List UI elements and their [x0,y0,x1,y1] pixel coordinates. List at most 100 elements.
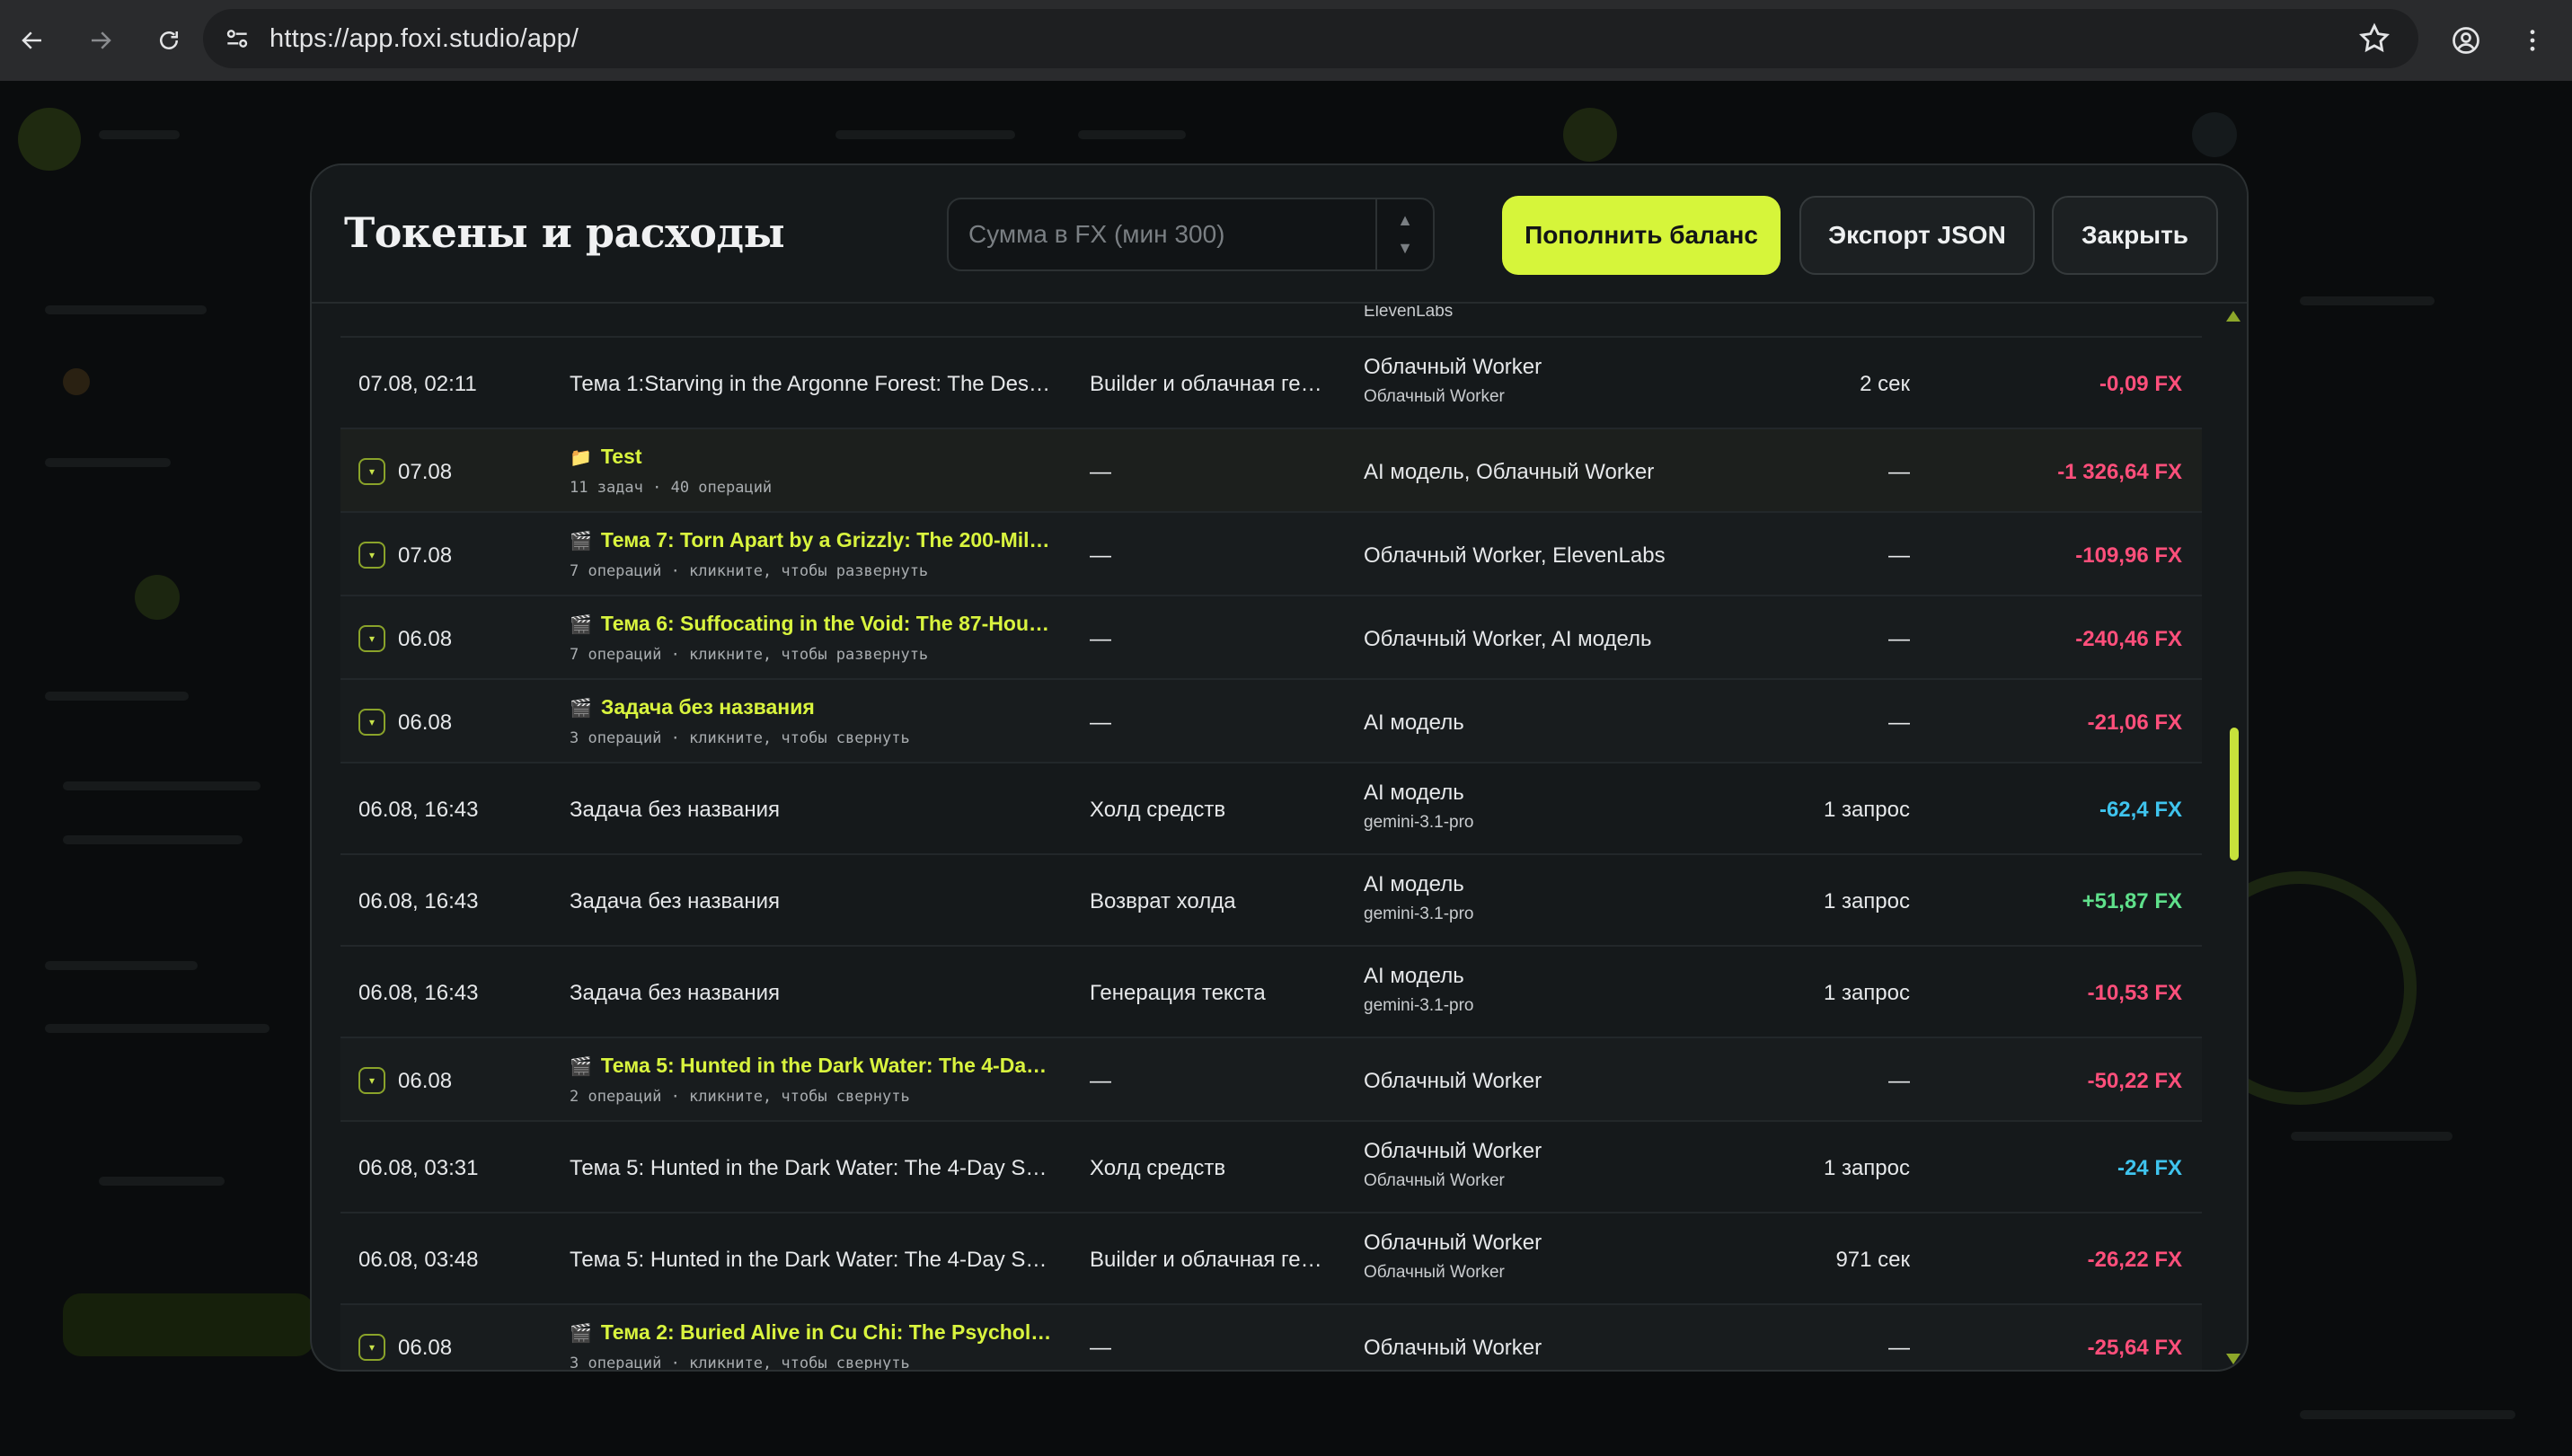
tokens-expenses-modal: Токены и расходы ▲ ▼ Пополнить баланс Эк… [310,163,2249,1372]
row-date: 07.08, 02:11 [358,372,477,396]
row-amount: -0,09 FX [2099,372,2182,396]
group-title[interactable]: 🎬 Тема 7: Torn Apart by a Grizzly: The 20… [570,528,1055,552]
group-row[interactable]: ▾ 06.08 🎬 Тема 6: Suffocating in the Void: … [340,596,2202,680]
modal-header: Токены и расходы ▲ ▼ Пополнить баланс Эк… [312,165,2247,304]
row-usage: — [1888,626,1910,651]
group-row[interactable]: ▾ 07.08 📁 Test 11 задач · 40 операций — AI мод… [340,429,2202,513]
url-text: https://app.foxi.studio/app/ [270,23,579,53]
reload-button[interactable] [146,17,192,64]
row-amount: -26,22 FX [2087,1248,2182,1272]
group-title-text: Тема 2: Buried Alive in Cu Chi: The Psyc… [600,1319,1055,1344]
row-service: Облачный Worker, ElevenLabs [1364,543,1666,568]
row-operation: Builder и облачная генерация [1090,1248,1332,1272]
row-usage: — [1888,1335,1910,1360]
clapperboard-icon: 🎬 [570,614,592,635]
table-row-partial: ElevenLabs [340,305,2202,338]
row-date: 06.08, 16:43 [358,981,479,1005]
group-title-text: Тема 6: Suffocating in the Void: The 87-… [600,611,1055,635]
expand-toggle-icon[interactable]: ▾ [358,708,385,736]
group-row[interactable]: ▾ 07.08 🎬 Тема 7: Torn Apart by a Grizzly: … [340,513,2202,596]
row-date: 06.08, 16:43 [358,889,479,913]
stepper-up-icon[interactable]: ▲ [1397,211,1413,230]
group-date: 06.08 [398,1335,453,1360]
row-usage: — [1888,459,1910,484]
row-service: Облачный Worker [1364,1139,1542,1163]
amount-stepper[interactable]: ▲ ▼ [1375,199,1433,269]
service-sub-text: ElevenLabs [1364,305,1454,321]
group-title[interactable]: 🎬 Тема 2: Buried Alive in Cu Chi: The Psy… [570,1320,1055,1345]
transactions-table: ElevenLabs 07.08, 02:11 Тема 1:Starving i… [340,305,2202,1370]
row-service: Облачный Worker [1364,1231,1542,1255]
row-service-detail: gemini-3.1-pro [1364,904,1474,923]
row-operation: — [1090,1068,1111,1093]
group-subtitle: 3 операций · кликните, чтобы свернуть [570,728,910,747]
row-usage: — [1888,1068,1910,1093]
expand-toggle-icon[interactable]: ▾ [358,624,385,652]
group-row[interactable]: ▾ 06.08 🎬 Задача без названия 3 операций · к… [340,680,2202,763]
group-row[interactable]: ▾ 06.08 🎬 Тема 2: Buried Alive in Cu Chi: T… [340,1305,2202,1370]
stepper-down-icon[interactable]: ▼ [1397,239,1413,258]
row-service-detail: Облачный Worker [1364,387,1505,406]
row-operation: Холд средств [1090,1156,1226,1180]
profile-icon[interactable] [2443,17,2489,64]
row-operation: — [1090,543,1111,568]
group-title[interactable]: 🎬 Задача без названия [570,695,1055,719]
group-subtitle: 2 операций · кликните, чтобы свернуть [570,1087,910,1106]
group-title[interactable]: 🎬 Тема 6: Suffocating in the Void: The 87… [570,612,1055,636]
expand-toggle-icon[interactable]: ▾ [358,1333,385,1361]
row-task-name: Задача без названия [570,798,780,822]
export-json-button[interactable]: Экспорт JSON [1799,196,2035,275]
row-service: AI модель [1364,710,1464,735]
site-settings-icon[interactable] [219,21,255,57]
clapperboard-icon: 🎬 [570,531,592,552]
group-title-text: Test [600,444,642,468]
row-amount: -25,64 FX [2087,1335,2182,1360]
expand-toggle-icon[interactable]: ▾ [358,457,385,485]
close-button[interactable]: Закрыть [2052,196,2218,275]
row-amount: -21,06 FX [2087,710,2182,735]
row-task-name: Тема 5: Hunted in the Dark Water: The 4-… [570,1248,1055,1272]
browser-toolbar: https://app.foxi.studio/app/ [0,0,2572,81]
row-amount: -109,96 FX [2075,543,2182,568]
scroll-down-icon[interactable] [2226,1354,2241,1364]
group-subtitle: 7 операций · кликните, чтобы развернуть [570,645,929,664]
group-row[interactable]: ▾ 06.08 🎬 Тема 5: Hunted in the Dark Water:… [340,1038,2202,1122]
row-task-name: Тема 5: Hunted in the Dark Water: The 4-… [570,1156,1055,1180]
group-subtitle: 11 задач · 40 операций [570,478,773,497]
back-button[interactable] [9,17,56,64]
row-operation: — [1090,626,1111,651]
group-date: 07.08 [398,543,453,568]
group-date: 07.08 [398,459,453,484]
group-date: 06.08 [398,710,453,735]
row-service-detail: Облачный Worker [1364,1171,1505,1190]
amount-field[interactable]: ▲ ▼ [947,198,1435,271]
amount-input[interactable] [949,199,1371,269]
row-amount: -10,53 FX [2087,981,2182,1005]
clapperboard-icon: 🎬 [570,698,592,719]
row-operation: Builder и облачная генерация [1090,372,1332,396]
modal-title: Токены и расходы [344,208,785,257]
scrollbar[interactable] [2223,305,2245,1370]
expand-toggle-icon[interactable]: ▾ [358,1066,385,1094]
forward-button[interactable] [77,17,124,64]
row-usage: 1 запрос [1823,1156,1910,1180]
table-row: 06.08, 16:43 Задача без названия Холд сред… [340,763,2202,855]
row-amount: +51,87 FX [2081,889,2182,913]
topup-balance-button[interactable]: Пополнить баланс [1502,196,1781,275]
row-service-detail: gemini-3.1-pro [1364,996,1474,1015]
arrow-left-icon [22,31,41,49]
address-bar[interactable]: https://app.foxi.studio/app/ [203,9,2418,68]
row-operation: Холд средств [1090,798,1226,822]
bookmark-star-icon[interactable] [2357,22,2391,56]
row-usage: 971 сек [1835,1248,1910,1272]
row-task-name: Тема 1:Starving in the Argonne Forest: T… [570,372,1055,396]
group-title[interactable]: 🎬 Тема 5: Hunted in the Dark Water: The 4… [570,1054,1055,1078]
group-title[interactable]: 📁 Test [570,445,1055,469]
scrollbar-thumb[interactable] [2230,728,2239,860]
group-date: 06.08 [398,626,453,651]
row-operation: Генерация текста [1090,981,1266,1005]
expand-toggle-icon[interactable]: ▾ [358,541,385,569]
scroll-up-icon[interactable] [2226,311,2241,322]
reload-icon [160,31,178,49]
menu-dots-icon[interactable] [2509,17,2556,64]
